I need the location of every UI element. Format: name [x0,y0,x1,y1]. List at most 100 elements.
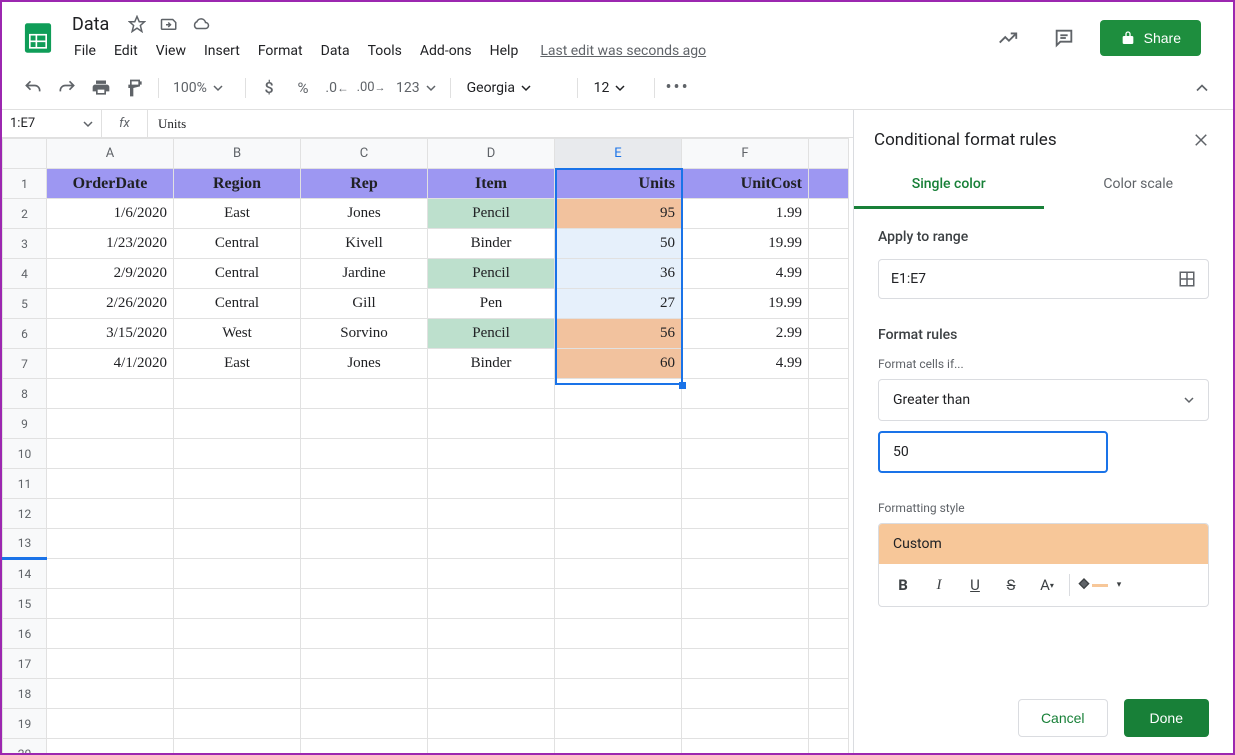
cell[interactable]: Region [174,169,301,199]
cell[interactable] [47,679,174,709]
done-button[interactable]: Done [1124,699,1209,737]
cell[interactable]: East [174,199,301,229]
cell[interactable]: East [174,349,301,379]
cell[interactable]: Kivell [301,229,428,259]
cell[interactable] [47,589,174,619]
row-header[interactable]: 5 [3,289,47,319]
print-button[interactable] [86,73,116,103]
cell[interactable]: Pencil [428,319,555,349]
cell[interactable]: Jardine [301,259,428,289]
cell[interactable]: 4.99 [682,349,809,379]
undo-button[interactable] [18,73,48,103]
cell[interactable]: Units [555,169,682,199]
cell[interactable] [47,439,174,469]
cell[interactable]: Gill [301,289,428,319]
row-header[interactable]: 19 [3,709,47,739]
col-header[interactable]: C [301,139,428,169]
menu-help[interactable]: Help [482,39,527,63]
cell[interactable]: Central [174,289,301,319]
font-size-select[interactable]: 12 [586,80,646,96]
cell[interactable]: 2.99 [682,319,809,349]
row-header[interactable]: 14 [3,559,47,589]
cell[interactable]: Pencil [428,259,555,289]
col-header[interactable]: B [174,139,301,169]
cell[interactable]: 56 [555,319,682,349]
menu-edit[interactable]: Edit [106,39,146,63]
share-button[interactable]: Share [1100,20,1201,56]
cell[interactable]: 1/23/2020 [47,229,174,259]
cell[interactable]: 50 [555,229,682,259]
cell[interactable] [47,649,174,679]
decrease-decimal-button[interactable]: .0← [322,73,352,103]
strikethrough-button[interactable]: S [995,570,1027,600]
cell[interactable]: Item [428,169,555,199]
star-icon[interactable] [127,14,147,34]
row-header[interactable]: 11 [3,469,47,499]
cell[interactable]: 19.99 [682,229,809,259]
cell[interactable]: 60 [555,349,682,379]
cloud-status-icon[interactable] [191,14,211,34]
row-header[interactable]: 2 [3,199,47,229]
cell[interactable]: 36 [555,259,682,289]
cell[interactable]: Binder [428,229,555,259]
text-color-button[interactable]: A▾ [1031,570,1063,600]
row-header[interactable]: 12 [3,499,47,529]
cell[interactable]: Pen [428,289,555,319]
cell[interactable] [809,229,849,259]
row-header[interactable]: 17 [3,649,47,679]
collapse-toolbar-button[interactable] [1187,73,1217,103]
cell[interactable] [47,469,174,499]
tab-single-color[interactable]: Single color [854,162,1044,209]
fill-color-button[interactable] [1076,570,1108,600]
cell[interactable]: 95 [555,199,682,229]
cell[interactable]: 2/26/2020 [47,289,174,319]
cell[interactable] [809,319,849,349]
cell[interactable]: 4/1/2020 [47,349,174,379]
cell[interactable] [47,739,174,754]
cancel-button[interactable]: Cancel [1018,699,1108,737]
cell[interactable] [47,619,174,649]
row-header[interactable]: 20 [3,739,47,754]
menu-addons[interactable]: Add-ons [412,39,480,63]
formula-input[interactable]: Units [148,116,853,132]
condition-select[interactable]: Greater than [878,379,1209,421]
col-header[interactable]: A [47,139,174,169]
redo-button[interactable] [52,73,82,103]
style-preview[interactable]: Custom [879,524,1208,564]
cell[interactable]: 4.99 [682,259,809,289]
col-header[interactable] [809,139,849,169]
col-header[interactable]: D [428,139,555,169]
row-header[interactable]: 13 [3,529,47,559]
cell[interactable]: 27 [555,289,682,319]
cell[interactable] [47,559,174,589]
number-format-select[interactable]: 123 [390,80,442,96]
currency-button[interactable]: $ [254,73,284,103]
cell[interactable]: 1/6/2020 [47,199,174,229]
spreadsheet-grid[interactable]: A B C D E F 1 OrderDate Region Rep Item … [2,138,849,753]
col-header[interactable]: E [555,139,682,169]
menu-data[interactable]: Data [313,39,358,63]
selection-handle[interactable] [679,382,686,389]
font-select[interactable]: Georgia [459,80,569,96]
cell[interactable]: Central [174,259,301,289]
row-header[interactable]: 6 [3,319,47,349]
row-header[interactable]: 10 [3,439,47,469]
cell[interactable]: West [174,319,301,349]
comments-icon[interactable] [1044,18,1084,58]
document-title[interactable]: Data [66,14,115,35]
row-header[interactable]: 3 [3,229,47,259]
cell[interactable]: Binder [428,349,555,379]
tab-color-scale[interactable]: Color scale [1044,162,1234,209]
cell[interactable]: OrderDate [47,169,174,199]
close-icon[interactable] [1189,128,1213,152]
activity-icon[interactable] [988,18,1028,58]
cell[interactable] [47,409,174,439]
cell[interactable]: Jones [301,349,428,379]
cell[interactable] [809,349,849,379]
row-header[interactable]: 15 [3,589,47,619]
cell[interactable]: UnitCost [682,169,809,199]
menu-insert[interactable]: Insert [196,39,248,63]
row-header[interactable]: 4 [3,259,47,289]
cell[interactable] [809,289,849,319]
select-all-corner[interactable] [3,139,47,169]
